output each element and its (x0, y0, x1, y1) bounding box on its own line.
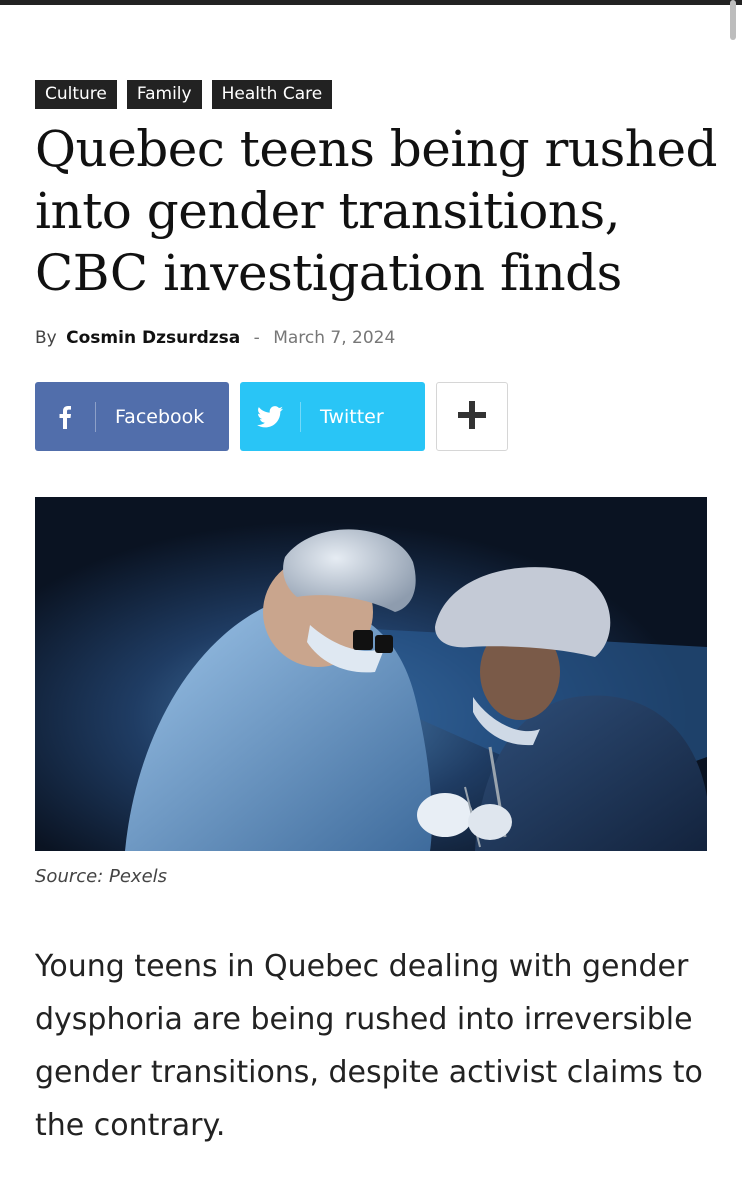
article-headline: Quebec teens being rushed into gender tr… (35, 120, 718, 302)
twitter-bird-icon (240, 382, 300, 451)
category-tags: Culture Family Health Care (35, 80, 333, 109)
facebook-label: Facebook (115, 405, 205, 428)
byline-separator: - (253, 328, 260, 348)
byline: By Cosmin Dzsurdzsa - March 7, 2024 (35, 326, 395, 350)
article-lede: Young teens in Quebec dealing with gende… (35, 949, 703, 1143)
plus-icon (458, 400, 486, 433)
scrollbar-thumb[interactable] (730, 0, 736, 40)
author-link[interactable]: Cosmin Dzsurdzsa (66, 328, 240, 348)
top-border (0, 0, 742, 5)
byline-prefix: By (35, 328, 57, 348)
tag-family[interactable]: Family (126, 80, 202, 109)
image-caption: Source: Pexels (35, 866, 168, 887)
twitter-share-button[interactable]: Twitter (240, 382, 425, 451)
publish-date: March 7, 2024 (273, 328, 396, 348)
facebook-icon (35, 382, 95, 451)
twitter-label: Twitter (320, 405, 384, 428)
tag-culture[interactable]: Culture (35, 80, 117, 109)
tag-health-care[interactable]: Health Care (211, 80, 333, 109)
more-share-button[interactable] (436, 382, 508, 451)
facebook-share-button[interactable]: Facebook (35, 382, 229, 451)
article-hero-image (35, 497, 707, 851)
